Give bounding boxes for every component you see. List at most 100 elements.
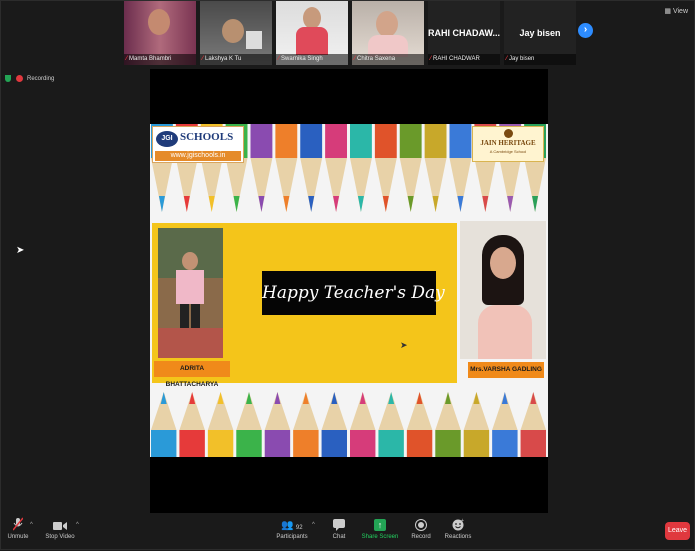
mic-muted-icon: ⁄ [506,56,508,62]
unmute-button[interactable]: Unmute [5,515,31,540]
video-camera-icon [43,515,77,531]
mic-muted-icon: ⁄ [126,56,128,62]
logo-url: www.jgischools.in [155,151,241,161]
pencil-decoration [275,124,298,212]
participant-face [376,11,398,37]
pencil-decoration [520,392,546,457]
pencil-decoration [424,124,447,212]
grid-icon: ▦ [664,8,671,15]
record-icon [407,515,435,531]
pencil-decoration [406,392,433,457]
seal-icon [504,129,513,138]
teacher-name-caption: Mrs.VARSHA GADLING [468,362,544,378]
teachers-day-slide: JGI SCHOOLS www.jgischools.in JAIN HERIT… [150,124,548,457]
pencil-decoration [378,392,404,457]
participant-tile[interactable]: RAHI CHADAW... ⁄ RAHI CHADWAR [428,1,500,65]
stop-video-button[interactable]: Stop Video [43,515,77,540]
participant-name: Swarnika Singh [281,56,323,62]
svg-text:+: + [461,518,464,524]
view-label: View [672,8,688,15]
pencil-decoration [492,392,518,457]
logo-title: SCHOOLS [180,131,234,143]
mouse-cursor-icon: ➤ [400,340,408,350]
participant-tile[interactable]: ⁄ Mamta Bhambri [124,1,196,65]
pencil-decoration [151,392,177,457]
video-options-caret[interactable]: ^ [76,522,79,528]
shared-screen: JGI SCHOOLS www.jgischools.in JAIN HERIT… [150,69,548,513]
pencil-decoration [399,124,422,212]
pencil-decoration [374,124,397,212]
share-screen-icon: ↑ [374,519,386,531]
chevron-right-icon: › [583,24,588,35]
participant-name: Jay bisen [509,56,535,62]
unmute-label: Unmute [7,534,29,540]
jgi-schools-logo: JGI SCHOOLS www.jgischools.in [152,126,244,163]
participant-strip: ⁄ Mamta Bhambri ⁄ Lakshya K Tu ⁄ Swarnika S… [124,1,580,65]
pencil-decoration [179,392,205,457]
pencil-decoration [250,124,273,212]
next-page-button[interactable]: › [578,23,593,38]
participant-tile[interactable]: Jay bisen ⁄ Jay bisen [504,1,576,65]
pencil-decoration [293,392,319,457]
student-photo [158,228,223,358]
pencil-decoration [463,392,490,457]
logo-title: JAIN HERITAGE [480,139,536,147]
pencil-decoration [350,392,376,457]
background-object [246,31,262,49]
participant-count: 92 [295,525,303,531]
participants-icon: 👥 [281,520,294,531]
mic-muted-icon [5,515,31,531]
participants-button[interactable]: 👥 92 Participants [273,515,311,540]
mic-muted-icon: ⁄ [430,56,432,62]
share-screen-button[interactable]: ↑ Share Screen [361,515,399,540]
view-button[interactable]: ▦ View [664,7,688,15]
logo-badge: JGI [156,131,178,147]
participant-body [296,27,328,55]
pencil-decoration [207,392,234,457]
record-label: Record [411,534,431,540]
participant-name: Lakshya K Tu [205,56,242,62]
participant-face [148,9,170,35]
mic-muted-icon: ⁄ [278,56,280,62]
pencil-decoration [264,392,291,457]
student-name-caption: ADRITA BHATTACHARYA [154,361,230,388]
participant-display-name: Jay bisen [519,28,561,38]
chat-label: Chat [332,534,346,540]
pencil-decoration [300,124,323,212]
participant-tile[interactable]: ⁄ Swarnika Singh [276,1,348,65]
happy-teachers-day-banner: Happy Teacher's Day [262,271,445,315]
logo-subtitle: A Cambridge School [489,149,527,154]
participant-name: RAHI CHADWAR [433,56,480,62]
record-dot-icon [16,75,23,82]
zoom-window: ⁄ Mamta Bhambri ⁄ Lakshya K Tu ⁄ Swarnika S… [0,0,695,550]
participant-tile[interactable]: ⁄ Lakshya K Tu [200,1,272,65]
jain-heritage-logo: JAIN HERITAGE A Cambridge School [472,126,544,162]
record-button[interactable]: Record [407,515,435,540]
teacher-photo [460,221,546,359]
reactions-label: Reactions [444,534,472,540]
shield-icon [5,75,11,82]
meeting-toolbar: Unmute ^ Stop Video ^ 👥 92 Participants … [1,509,695,551]
pencil-decoration [449,124,472,212]
pencil-decoration [325,124,347,212]
participant-name: Mamta Bhambri [129,56,172,62]
mic-muted-icon: ⁄ [354,56,356,62]
participant-name: Chitra Saxena [357,56,396,62]
participant-tile[interactable]: ⁄ Chitra Saxena [352,1,424,65]
participant-display-name: RAHI CHADAW... [428,28,500,38]
pencil-decoration [350,124,372,212]
recording-label: Recording [27,75,55,82]
leave-button[interactable]: Leave [665,522,690,540]
pencil-decoration [321,392,347,457]
pencil-decoration [236,392,262,457]
recording-indicator[interactable]: Recording [5,75,54,82]
chat-button[interactable]: Chat [327,515,351,540]
participants-options-caret[interactable]: ^ [312,522,315,528]
chat-bubble-icon [327,515,351,531]
audio-options-caret[interactable]: ^ [30,522,33,528]
pencil-row-bottom [151,392,546,457]
reactions-button[interactable]: + Reactions [443,515,473,540]
pencil-decoration [435,392,461,457]
participant-face [303,7,321,29]
participants-label: Participants [276,534,308,540]
